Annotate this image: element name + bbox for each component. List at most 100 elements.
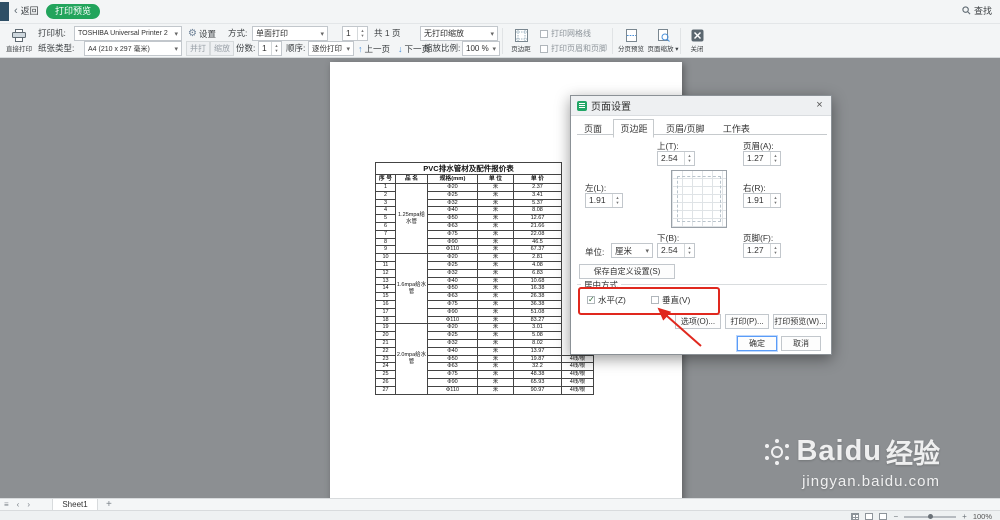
gear-icon: ⚙ bbox=[188, 28, 197, 39]
prev-page-label: 上一页 bbox=[364, 43, 391, 54]
caret-down-icon: ▾ bbox=[346, 45, 350, 53]
settings-label: 设置 bbox=[198, 28, 216, 39]
tab-sheet[interactable]: 工作表 bbox=[716, 119, 757, 138]
order-select[interactable]: 逐份打印 ▾ bbox=[308, 41, 354, 56]
toolbar-separator bbox=[680, 28, 681, 54]
tab-margins[interactable]: 页边距 bbox=[613, 119, 655, 138]
paper-type-value: A4 (210 x 297 毫米) bbox=[88, 45, 150, 53]
table-row: 19 2.0mpa给水管 Φ20 米 3.01 bbox=[375, 323, 594, 395]
find-button[interactable]: 查找 bbox=[962, 4, 992, 17]
zoom-ratio-select[interactable]: 100 % ▾ bbox=[462, 41, 500, 56]
sheet-tab-sheet1[interactable]: Sheet1 bbox=[52, 498, 99, 511]
dialog-close-icon[interactable]: × bbox=[812, 98, 827, 113]
horizontal-center-option[interactable]: 水平(Z) bbox=[587, 294, 626, 306]
zoom-slider-knob[interactable] bbox=[928, 513, 934, 519]
zoom-ratio-label: 缩放比例: bbox=[424, 43, 461, 53]
unit-select[interactable]: 厘米 ▾ bbox=[611, 243, 653, 258]
footer-margin-spinner[interactable]: 1.27 ▲ ▼ bbox=[743, 243, 781, 258]
search-icon bbox=[962, 6, 971, 15]
spinner-arrows-icon[interactable]: ▲ ▼ bbox=[684, 244, 694, 257]
sheet-next-icon[interactable]: › bbox=[23, 499, 34, 510]
close-preview-button[interactable]: 关闭 bbox=[684, 25, 710, 56]
scale-mode-select[interactable]: 无打印缩放 ▾ bbox=[420, 26, 498, 41]
print-preview-button[interactable]: 打印预览(W)... bbox=[773, 314, 827, 329]
page-zoom-button[interactable]: 页面缩放 ▾ bbox=[647, 25, 679, 56]
print-gridlines-checkbox[interactable] bbox=[540, 29, 548, 38]
zoom-in-button[interactable]: + bbox=[962, 512, 967, 520]
save-custom-settings-button[interactable]: 保存自定义设置(S) bbox=[579, 264, 675, 279]
print-gridlines-label: 打印网格线 bbox=[551, 29, 591, 38]
bottom-margin-spinner[interactable]: 2.54 ▲ ▼ bbox=[657, 243, 695, 258]
printer-select[interactable]: TOSHIBA Universal Printer 2 ▾ bbox=[74, 26, 182, 41]
print-header-footer-option[interactable]: 打印页眉和页脚 bbox=[540, 43, 607, 54]
table-row: 1 1.25mpa给水管 Φ20 米 2.37 bbox=[375, 182, 594, 255]
page-zoom-label: 页面缩放 ▾ bbox=[647, 45, 679, 53]
horizontal-checkbox[interactable] bbox=[587, 295, 595, 304]
direct-print-button[interactable]: 直接打印 bbox=[3, 25, 35, 56]
status-bar: − + 100% bbox=[0, 510, 1000, 520]
paging-preview-icon bbox=[625, 28, 637, 42]
scale-button[interactable]: 缩放 bbox=[210, 41, 234, 56]
toolbar-separator bbox=[502, 28, 503, 54]
copies-value: 1 bbox=[262, 43, 267, 53]
zoom-out-button[interactable]: − bbox=[893, 512, 898, 520]
unit-label: 单位: bbox=[585, 247, 605, 257]
sheet-prev-icon[interactable]: ‹ bbox=[13, 499, 24, 510]
options-button[interactable]: 选项(O)... bbox=[675, 314, 721, 329]
header-margin-spinner[interactable]: 1.27 ▲ ▼ bbox=[743, 151, 781, 166]
right-margin-spinner[interactable]: 1.91 ▲ ▼ bbox=[743, 193, 781, 208]
method-select[interactable]: 单面打印 ▾ bbox=[252, 26, 328, 41]
find-label: 查找 bbox=[973, 6, 992, 16]
header-margin-value: 1.27 bbox=[747, 153, 764, 163]
top-margin-spinner[interactable]: 2.54 ▲ ▼ bbox=[657, 151, 695, 166]
zoom-ratio-value: 100 % bbox=[466, 44, 489, 53]
back-button[interactable]: ‹ 返回 bbox=[14, 4, 39, 17]
current-page-spinner[interactable]: 1 ▲ ▼ bbox=[342, 26, 368, 41]
print-gridlines-option[interactable]: 打印网格线 bbox=[540, 28, 591, 39]
add-sheet-button[interactable]: + bbox=[98, 499, 120, 510]
print-header-footer-checkbox[interactable] bbox=[540, 44, 548, 53]
caret-down-icon: ▾ bbox=[490, 30, 494, 38]
paper-type-label: 纸张类型: bbox=[38, 43, 75, 53]
caret-down-icon: ▾ bbox=[320, 30, 324, 38]
page-setup-dialog: 页面设置 × 页面 页边距 页眉/页脚 工作表 上(T): 2.54 ▲ ▼ 页眉… bbox=[570, 95, 832, 355]
ok-button[interactable]: 确定 bbox=[737, 336, 777, 351]
sheet-menu-icon[interactable]: ≡ bbox=[0, 499, 13, 510]
print-button[interactable]: 打印(P)... bbox=[725, 314, 769, 329]
zoom-slider[interactable] bbox=[904, 513, 957, 519]
close-preview-label: 关闭 bbox=[690, 45, 704, 53]
spinner-arrows-icon[interactable]: ▲ ▼ bbox=[770, 244, 780, 257]
tab-header-footer[interactable]: 页眉/页脚 bbox=[659, 119, 712, 138]
spinner-arrows-icon[interactable]: ▲ ▼ bbox=[770, 194, 780, 207]
left-margin-spinner[interactable]: 1.91 ▲ ▼ bbox=[585, 193, 623, 208]
printer-settings-button[interactable]: ⚙ 设置 bbox=[188, 26, 216, 41]
page-break-view-icon[interactable] bbox=[879, 513, 888, 520]
vertical-checkbox[interactable] bbox=[651, 296, 659, 304]
spinner-arrows-icon[interactable]: ▲ ▼ bbox=[612, 194, 622, 207]
toolbar-separator bbox=[612, 28, 613, 54]
margins-toggle-button[interactable]: 页边距 bbox=[506, 25, 536, 56]
watermark: Baidu 经验 jingyan.baidu.com bbox=[748, 432, 940, 490]
page-layout-view-icon[interactable] bbox=[865, 513, 874, 520]
normal-view-icon[interactable] bbox=[851, 513, 860, 520]
paging-preview-label: 分页预览 bbox=[618, 45, 644, 53]
printer-value: TOSHIBA Universal Printer 2 bbox=[78, 30, 168, 37]
vertical-center-option[interactable]: 垂直(V) bbox=[651, 294, 690, 306]
cancel-button[interactable]: 取消 bbox=[781, 336, 821, 351]
topbar: ‹ 返回 打印预览 查找 bbox=[0, 0, 1000, 24]
back-arrow-icon: ‹ bbox=[14, 4, 18, 17]
duplex-button[interactable]: 并打 bbox=[186, 41, 210, 56]
dialog-titlebar[interactable]: 页面设置 × bbox=[571, 96, 831, 116]
tab-page[interactable]: 页面 bbox=[577, 119, 609, 138]
spinner-arrows-icon[interactable]: ▲ ▼ bbox=[684, 152, 694, 165]
margins-icon bbox=[514, 28, 528, 42]
spinner-arrows-icon[interactable]: ▲ ▼ bbox=[770, 152, 780, 165]
vertical-label: 垂直(V) bbox=[662, 295, 691, 305]
paging-preview-button[interactable]: 分页预览 bbox=[616, 25, 646, 56]
prev-page-button[interactable]: ↑ 上一页 bbox=[358, 41, 390, 56]
paper-type-select[interactable]: A4 (210 x 297 毫米) ▾ bbox=[84, 41, 182, 56]
spinner-arrows-icon[interactable]: ▲ ▼ bbox=[271, 42, 281, 55]
spinner-arrows-icon[interactable]: ▲ ▼ bbox=[357, 27, 367, 40]
copies-spinner[interactable]: 1 ▲ ▼ bbox=[258, 41, 282, 56]
center-group-label: 居中方式 bbox=[581, 279, 622, 291]
